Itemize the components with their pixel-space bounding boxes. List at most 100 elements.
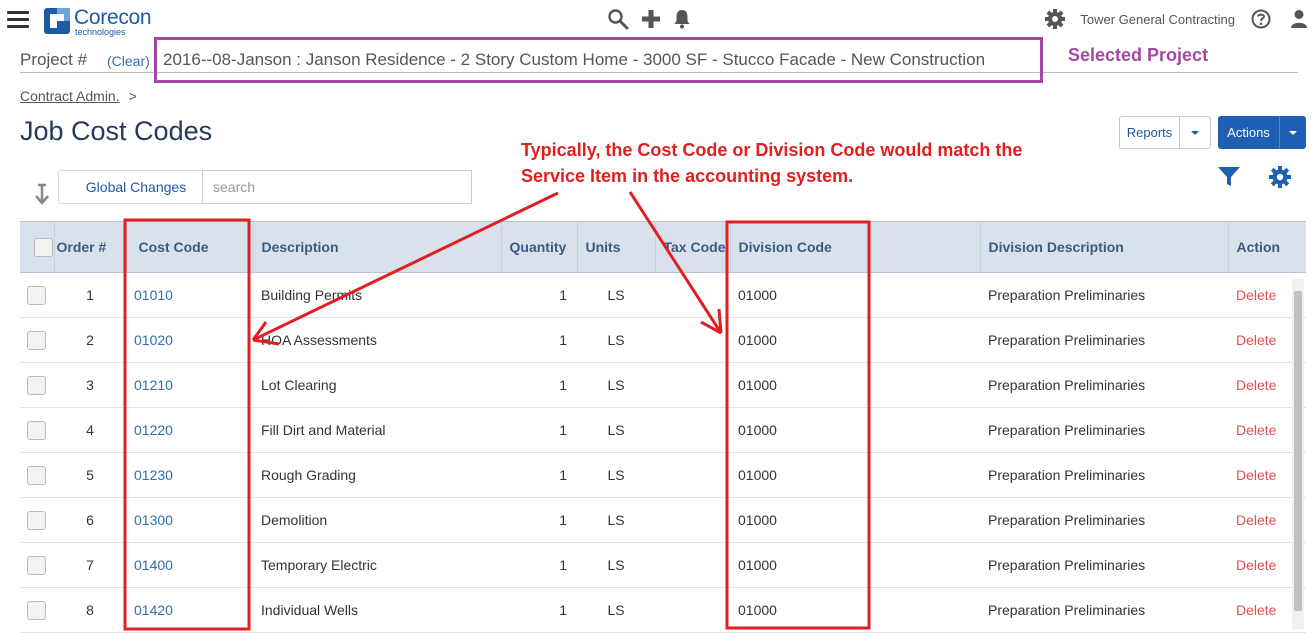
row-checkbox[interactable] bbox=[27, 465, 46, 485]
delete-link[interactable]: Delete bbox=[1236, 422, 1276, 438]
row-checkbox[interactable] bbox=[27, 555, 46, 575]
table-row[interactable]: 1 01010 Building Permits 1 LS 01000 Preparatio… bbox=[20, 273, 1306, 318]
row-checkbox[interactable] bbox=[27, 330, 46, 350]
search-icon[interactable] bbox=[607, 8, 629, 30]
cell-units: LS bbox=[607, 377, 625, 393]
cell-tax-code bbox=[655, 318, 730, 363]
cost-code-link[interactable]: 01220 bbox=[134, 422, 173, 438]
cost-code-link[interactable]: 01210 bbox=[134, 377, 173, 393]
row-checkbox[interactable] bbox=[27, 420, 46, 440]
cost-code-link[interactable]: 01420 bbox=[134, 602, 173, 618]
top-bar: Corecon technologies Tower General Contr… bbox=[0, 0, 1315, 40]
cell-tax-code bbox=[655, 273, 730, 318]
cost-codes-table: Order # Cost Code Description Quantity U… bbox=[20, 221, 1306, 637]
plus-icon[interactable] bbox=[641, 9, 661, 29]
delete-link[interactable]: Delete bbox=[1236, 332, 1276, 348]
cost-code-link[interactable]: 01230 bbox=[134, 467, 173, 483]
cost-code-link[interactable]: 01400 bbox=[134, 557, 173, 573]
cell-order: 4 bbox=[86, 422, 94, 438]
table-row[interactable]: 8 01420 Individual Wells 1 LS 01000 Preparatio… bbox=[20, 588, 1306, 633]
project-label: Project # bbox=[20, 50, 88, 69]
header-select-all bbox=[20, 221, 55, 273]
delete-link[interactable]: Delete bbox=[1236, 287, 1276, 303]
scrollbar-thumb[interactable] bbox=[1294, 291, 1302, 611]
header-order[interactable]: Order # bbox=[54, 221, 127, 273]
delete-link[interactable]: Delete bbox=[1236, 467, 1276, 483]
menu-icon[interactable] bbox=[7, 11, 29, 29]
cell-quantity: 1 bbox=[559, 377, 567, 393]
selected-project-highlight bbox=[154, 37, 1043, 83]
cell-division-code: 01000 bbox=[738, 602, 777, 618]
header-division-description[interactable]: Division Description bbox=[980, 221, 1229, 273]
row-checkbox[interactable] bbox=[27, 375, 46, 395]
delete-link[interactable]: Delete bbox=[1236, 602, 1276, 618]
select-all-checkbox[interactable] bbox=[34, 237, 53, 257]
cell-order: 2 bbox=[86, 332, 94, 348]
header-tax-code[interactable]: Tax Code bbox=[655, 221, 731, 273]
bell-icon[interactable] bbox=[673, 9, 691, 29]
global-changes-button[interactable]: Global Changes bbox=[58, 170, 203, 204]
cell-quantity: 1 bbox=[559, 422, 567, 438]
gear-icon[interactable] bbox=[1045, 9, 1066, 29]
sort-arrow-icon[interactable] bbox=[32, 183, 52, 205]
delete-link[interactable]: Delete bbox=[1236, 377, 1276, 393]
cell-order: 6 bbox=[86, 512, 94, 528]
top-icons bbox=[607, 7, 691, 31]
page-title: Job Cost Codes bbox=[20, 116, 213, 146]
delete-link[interactable]: Delete bbox=[1236, 512, 1276, 528]
row-checkbox[interactable] bbox=[27, 285, 46, 305]
cell-division-code: 01000 bbox=[738, 557, 777, 573]
row-select bbox=[20, 498, 54, 543]
chevron-down-icon bbox=[1191, 130, 1199, 135]
cell-quantity: 1 bbox=[559, 287, 567, 303]
header-quantity[interactable]: Quantity bbox=[501, 221, 578, 273]
cell-division-code: 01000 bbox=[738, 377, 777, 393]
cost-code-link[interactable]: 01300 bbox=[134, 512, 173, 528]
user-icon[interactable] bbox=[1275, 9, 1315, 29]
cell-quantity: 1 bbox=[559, 557, 567, 573]
logo[interactable]: Corecon technologies bbox=[44, 6, 164, 37]
cell-units: LS bbox=[607, 557, 625, 573]
row-select bbox=[20, 408, 54, 453]
annotation-line-1: Typically, the Cost Code or Division Cod… bbox=[521, 140, 1023, 160]
table-row[interactable]: 7 01400 Temporary Electric 1 LS 01000 Preparat… bbox=[20, 543, 1306, 588]
header-cost-code[interactable]: Cost Code bbox=[126, 221, 254, 273]
table-row[interactable]: 6 01300 Demolition 1 LS 01000 Preparation Prel… bbox=[20, 498, 1306, 543]
table-row[interactable]: 3 01210 Lot Clearing 1 LS 01000 Preparation Pr… bbox=[20, 363, 1306, 408]
cell-cost-code: 01220 bbox=[126, 408, 253, 453]
cell-cost-code: 01400 bbox=[126, 543, 253, 588]
cost-code-link[interactable]: 01010 bbox=[134, 287, 173, 303]
breadcrumb-contract-admin[interactable]: Contract Admin. bbox=[20, 88, 120, 104]
row-checkbox[interactable] bbox=[27, 600, 46, 620]
reports-button[interactable]: Reports bbox=[1120, 117, 1180, 148]
actions-dropdown-button[interactable] bbox=[1280, 116, 1306, 149]
actions-button[interactable]: Actions bbox=[1218, 116, 1280, 149]
cell-tax-code bbox=[655, 543, 730, 588]
cell-division-description: Preparation Preliminaries bbox=[988, 287, 1146, 303]
cell-description: Lot Clearing bbox=[261, 377, 337, 393]
cell-division-description: Preparation Preliminaries bbox=[988, 602, 1146, 618]
row-checkbox[interactable] bbox=[27, 510, 46, 530]
table-row[interactable]: 4 01220 Fill Dirt and Material 1 LS 01000 Prep… bbox=[20, 408, 1306, 453]
header-description[interactable]: Description bbox=[253, 221, 502, 273]
company-name[interactable]: Tower General Contracting bbox=[1080, 12, 1235, 27]
table-scrollbar[interactable] bbox=[1292, 279, 1304, 629]
project-clear-link[interactable]: (Clear) bbox=[107, 53, 150, 69]
search-input[interactable] bbox=[202, 170, 472, 204]
help-icon[interactable] bbox=[1251, 9, 1271, 29]
reports-dropdown-button[interactable] bbox=[1180, 117, 1210, 148]
header-units[interactable]: Units bbox=[577, 221, 656, 273]
filter-icon[interactable] bbox=[1217, 166, 1241, 188]
cell-division-code: 01000 bbox=[738, 332, 777, 348]
delete-link[interactable]: Delete bbox=[1236, 557, 1276, 573]
settings-icon[interactable] bbox=[1269, 166, 1291, 188]
table-header-row: Order # Cost Code Description Quantity U… bbox=[20, 221, 1306, 273]
cell-quantity: 1 bbox=[559, 512, 567, 528]
header-division-code[interactable]: Division Code bbox=[730, 221, 981, 273]
cost-code-link[interactable]: 01020 bbox=[134, 332, 173, 348]
row-select bbox=[20, 453, 54, 498]
cell-cost-code: 01230 bbox=[126, 453, 253, 498]
cell-tax-code bbox=[655, 588, 730, 633]
table-row[interactable]: 2 01020 HOA Assessments 1 LS 01000 Preparation… bbox=[20, 318, 1306, 363]
table-row[interactable]: 5 01230 Rough Grading 1 LS 01000 Preparation P… bbox=[20, 453, 1306, 498]
